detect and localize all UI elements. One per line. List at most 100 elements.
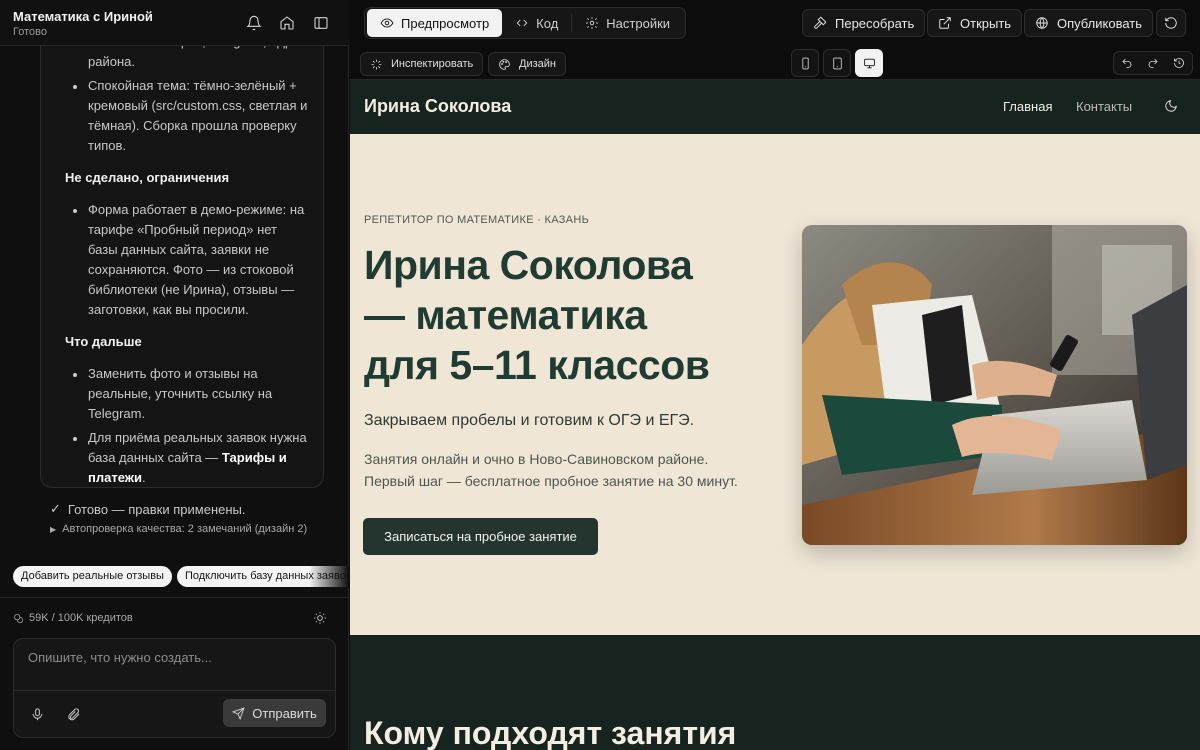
audience-section: Кому подходят занятия xyxy=(350,635,1200,750)
rebuild-button[interactable]: Пересобрать xyxy=(802,9,926,37)
device-mobile-button[interactable] xyxy=(791,49,819,77)
chips-fade xyxy=(309,566,349,588)
check-icon: ✓ xyxy=(50,501,61,516)
hero-eyebrow: РЕПЕТИТОР ПО МАТЕМАТИКЕ · КАЗАНЬ xyxy=(364,214,590,226)
hero-title-line: Ирина Соколова xyxy=(364,242,693,288)
history-icon xyxy=(1174,58,1184,68)
site-nav-home[interactable]: Главная xyxy=(1003,99,1052,114)
send-icon xyxy=(232,706,245,720)
code-icon xyxy=(516,19,528,27)
undo-icon xyxy=(1122,58,1132,68)
monitor-icon xyxy=(863,58,875,68)
section-title: Кому подходят занятия xyxy=(364,715,737,750)
message-heading-next: Что дальше xyxy=(65,334,142,349)
refresh-button[interactable] xyxy=(1156,9,1186,37)
hammer-icon xyxy=(814,16,827,29)
send-label: Отправить xyxy=(252,705,317,721)
external-link-icon xyxy=(939,17,951,29)
tab-preview[interactable]: Предпросмотр xyxy=(367,9,503,37)
chat-panel: время, галочка согласия) + контакты: тел… xyxy=(0,0,349,750)
assistant-message-card: время, галочка согласия) + контакты: тел… xyxy=(40,20,324,488)
editor-area: Предпросмотр Код Настройки Пересобрать О… xyxy=(350,0,1200,750)
eye-icon xyxy=(380,18,394,28)
home-icon[interactable] xyxy=(277,13,297,33)
publish-label: Опубликовать xyxy=(1057,15,1143,31)
hero-text-line: Первый шаг — бесплатное пробное занятие … xyxy=(364,473,738,489)
preview-toolbar: Инспектировать Дизайн xyxy=(350,46,1200,80)
project-status: Готово xyxy=(13,26,47,38)
message-heading-not-done: Не сделано, ограничения xyxy=(65,170,230,185)
sidebar-toggle-icon[interactable] xyxy=(311,13,331,33)
list-item: Заменить фото и отзывы на реальные, уточ… xyxy=(65,364,309,424)
hero-text-line: Занятия онлайн и очно в Ново-Савиновском… xyxy=(364,451,709,467)
divider xyxy=(0,597,349,598)
credits-counter: 59K / 100K кредитов xyxy=(13,612,133,624)
send-button[interactable]: Отправить xyxy=(223,699,326,727)
list-item: Спокойная тема: тёмно-зелёный + кремовый… xyxy=(65,76,309,156)
history-button[interactable] xyxy=(1166,52,1192,74)
hero-title-line: для 5–11 классов xyxy=(364,342,710,388)
message-bullet-limits: Форма работает в демо-режиме: на тарифе … xyxy=(88,202,305,317)
message-bullet-next-2-suffix: . xyxy=(141,470,146,485)
autocheck-text: Автопроверка качества: 2 замечаний (диза… xyxy=(62,523,308,535)
redo-button[interactable] xyxy=(1140,52,1166,74)
device-switcher xyxy=(791,49,883,77)
gear-icon xyxy=(586,17,599,29)
open-label: Открыть xyxy=(960,15,1012,31)
inspect-label: Инспектировать xyxy=(391,58,474,70)
tab-label: Предпросмотр xyxy=(401,15,490,31)
smartphone-icon xyxy=(801,57,809,69)
hero-title: Ирина Соколова — математика для 5–11 кла… xyxy=(364,240,764,390)
history-controls xyxy=(1113,51,1193,75)
palette-icon xyxy=(499,58,510,70)
list-item: Для приёма реальных заявок нужна база да… xyxy=(65,428,309,487)
site-brand[interactable]: Ирина Соколова xyxy=(364,96,511,117)
bell-icon[interactable] xyxy=(244,13,264,33)
view-tabs: Предпросмотр Код Настройки xyxy=(364,7,687,39)
hero-subtitle: Закрываем пробелы и готовим к ОГЭ и ЕГЭ. xyxy=(364,412,695,429)
tablet-icon xyxy=(832,57,842,69)
site-preview: Ирина Соколова Главная Контакты РЕПЕТИТО… xyxy=(350,80,1200,750)
device-tablet-button[interactable] xyxy=(823,49,851,77)
publish-button[interactable]: Опубликовать xyxy=(1024,9,1154,37)
globe-icon xyxy=(1036,17,1048,29)
tab-label: Настройки xyxy=(606,15,671,31)
suggestion-chips: Добавить реальные отзывы Подключить базу … xyxy=(13,566,349,588)
microphone-icon[interactable] xyxy=(28,705,46,723)
trial-lesson-button[interactable]: Записаться на пробное занятие xyxy=(363,518,598,555)
hero-title-line: — математика xyxy=(364,292,647,338)
tab-label: Код xyxy=(536,15,559,31)
list-item: Форма работает в демо-режиме: на тарифе … xyxy=(65,200,309,320)
tab-code[interactable]: Код xyxy=(502,9,571,37)
assistant-message-body: время, галочка согласия) + контакты: тел… xyxy=(41,20,323,487)
chat-header: Математика с Ириной Готово xyxy=(0,0,349,46)
device-desktop-button[interactable] xyxy=(855,49,883,77)
autocheck-toggle[interactable]: ▶ Автопроверка качества: 2 замечаний (ди… xyxy=(50,523,307,535)
redo-icon xyxy=(1148,58,1158,68)
rebuild-label: Пересобрать xyxy=(835,15,915,31)
message-bullet-theme: Спокойная тема: тёмно-зелёный + кремовый… xyxy=(88,78,308,153)
prompt-input[interactable] xyxy=(14,639,335,691)
moon-icon[interactable] xyxy=(1164,99,1180,115)
composer: Отправить xyxy=(13,638,336,738)
design-button[interactable]: Дизайн xyxy=(488,52,566,76)
paperclip-icon[interactable] xyxy=(64,705,82,723)
open-button[interactable]: Открыть xyxy=(927,9,1023,37)
refresh-icon xyxy=(1165,17,1177,29)
tab-settings[interactable]: Настройки xyxy=(572,9,683,37)
suggestion-chip[interactable]: Добавить реальные отзывы xyxy=(13,566,172,587)
site-navbar: Ирина Соколова Главная Контакты xyxy=(350,80,1200,134)
inspect-button[interactable]: Инспектировать xyxy=(360,52,484,76)
hero-description: Занятия онлайн и очно в Ново-Савиновском… xyxy=(364,448,784,492)
hero-section: РЕПЕТИТОР ПО МАТЕМАТИКЕ · КАЗАНЬ Ирина С… xyxy=(350,134,1200,635)
done-status: ✓ Готово — правки применены. xyxy=(50,501,245,517)
site-nav-contacts[interactable]: Контакты xyxy=(1076,99,1132,114)
undo-button[interactable] xyxy=(1114,52,1140,74)
coins-icon xyxy=(14,613,24,623)
done-text: Готово — правки применены. xyxy=(67,501,246,517)
design-label: Дизайн xyxy=(519,58,556,70)
sun-icon[interactable] xyxy=(313,611,329,627)
message-bullet-next-1: Заменить фото и отзывы на реальные, уточ… xyxy=(88,366,273,421)
triangle-right-icon: ▶ xyxy=(50,524,57,534)
top-toolbar: Предпросмотр Код Настройки Пересобрать О… xyxy=(350,0,1200,46)
